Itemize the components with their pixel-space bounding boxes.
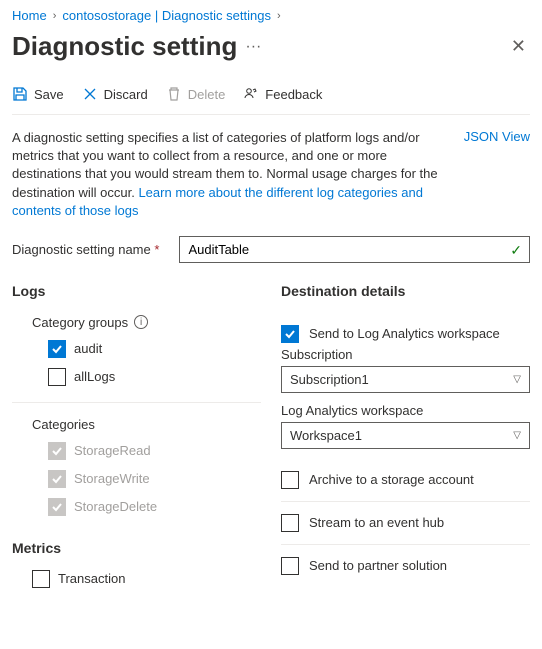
delete-button: Delete xyxy=(166,86,226,102)
feedback-icon xyxy=(243,86,259,102)
save-button[interactable]: Save xyxy=(12,86,64,102)
logs-heading: Logs xyxy=(12,283,261,299)
info-icon[interactable]: i xyxy=(134,315,148,329)
page-title: Diagnostic setting xyxy=(12,31,237,62)
discard-button[interactable]: Discard xyxy=(82,86,148,102)
json-view-link[interactable]: JSON View xyxy=(464,129,530,220)
breadcrumb-home[interactable]: Home xyxy=(12,8,47,23)
workspace-select[interactable]: Workspace1 ▽ xyxy=(281,422,530,449)
category-groups-label: Category groups i xyxy=(12,315,261,330)
checkbox-storagewrite: StorageWrite xyxy=(12,470,261,488)
breadcrumb: Home › contosostorage | Diagnostic setti… xyxy=(12,8,530,23)
checkbox-transaction[interactable]: Transaction xyxy=(12,570,261,588)
discard-label: Discard xyxy=(104,87,148,102)
workspace-label: Log Analytics workspace xyxy=(281,403,530,418)
chevron-right-icon: › xyxy=(53,10,57,22)
subscription-label: Subscription xyxy=(281,347,530,362)
chevron-down-icon: ▽ xyxy=(513,374,521,385)
checkbox-audit[interactable]: audit xyxy=(12,340,261,358)
chevron-right-icon: › xyxy=(277,10,281,22)
delete-icon xyxy=(166,86,182,102)
checkbox-archive[interactable]: Archive to a storage account xyxy=(281,459,530,502)
save-label: Save xyxy=(34,87,64,102)
save-icon xyxy=(12,86,28,102)
close-icon[interactable]: ✕ xyxy=(507,32,530,61)
more-icon[interactable]: ··· xyxy=(245,38,261,56)
name-input[interactable] xyxy=(179,236,530,263)
name-label: Diagnostic setting name * xyxy=(12,242,159,257)
metrics-heading: Metrics xyxy=(12,540,261,556)
destination-heading: Destination details xyxy=(281,283,530,299)
checkbox-partner[interactable]: Send to partner solution xyxy=(281,545,530,587)
checkbox-storagedelete: StorageDelete xyxy=(12,498,261,516)
checkbox-alllogs[interactable]: allLogs xyxy=(12,368,261,386)
feedback-button[interactable]: Feedback xyxy=(243,86,322,102)
checkbox-eventhub[interactable]: Stream to an event hub xyxy=(281,502,530,545)
toolbar: Save Discard Delete Feedback xyxy=(12,80,530,115)
checkbox-storageread: StorageRead xyxy=(12,442,261,460)
check-icon: ✓ xyxy=(510,242,522,259)
feedback-label: Feedback xyxy=(265,87,322,102)
checkbox-log-analytics[interactable]: Send to Log Analytics workspace xyxy=(281,313,530,347)
categories-label: Categories xyxy=(12,402,261,432)
delete-label: Delete xyxy=(188,87,226,102)
description: A diagnostic setting specifies a list of… xyxy=(12,129,450,220)
chevron-down-icon: ▽ xyxy=(513,430,521,441)
subscription-select[interactable]: Subscription1 ▽ xyxy=(281,366,530,393)
discard-icon xyxy=(82,86,98,102)
breadcrumb-storage[interactable]: contosostorage | Diagnostic settings xyxy=(62,8,271,23)
